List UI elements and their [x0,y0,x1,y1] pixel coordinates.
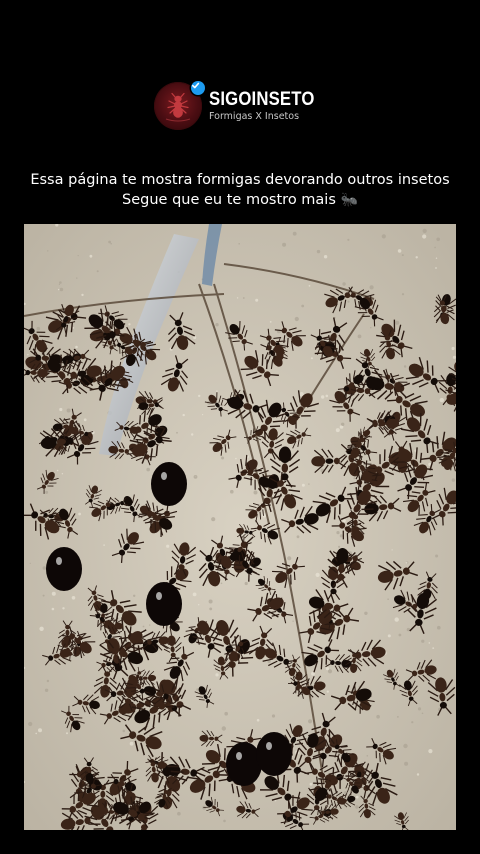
large-ant-shape [151,462,187,506]
caption-line-1: Essa página te mostra formigas devorando… [30,172,450,188]
ant-highlight [156,592,162,600]
post-caption: Essa página te mostra formigas devorando… [0,170,480,210]
avatar[interactable] [154,81,205,130]
large-ant-shape [146,582,182,626]
profile-name[interactable]: SIGOINSETO [209,90,315,109]
profile-subtitle: Formigas X Insetos [209,111,300,123]
ant-swarm-photo[interactable] [24,224,456,830]
ant-highlight [161,472,167,480]
ant-emoji-icon: 🐜 [340,192,358,208]
photo-canvas [24,224,456,830]
verified-badge-icon [191,81,205,95]
caption-line-2-text: Segue que eu te mostro mais [122,192,336,208]
large-ant-shape [256,732,292,776]
caption-line-2: Segue que eu te mostro mais 🐜 [0,190,480,210]
large-ant-shape [46,547,82,591]
ant-highlight [236,752,242,760]
profile-names: SIGOINSETO Formigas X Insetos [209,90,329,122]
ant-highlight [266,742,272,750]
profile-header[interactable]: SIGOINSETO Formigas X Insetos [154,81,329,130]
ant-highlight [56,557,62,565]
